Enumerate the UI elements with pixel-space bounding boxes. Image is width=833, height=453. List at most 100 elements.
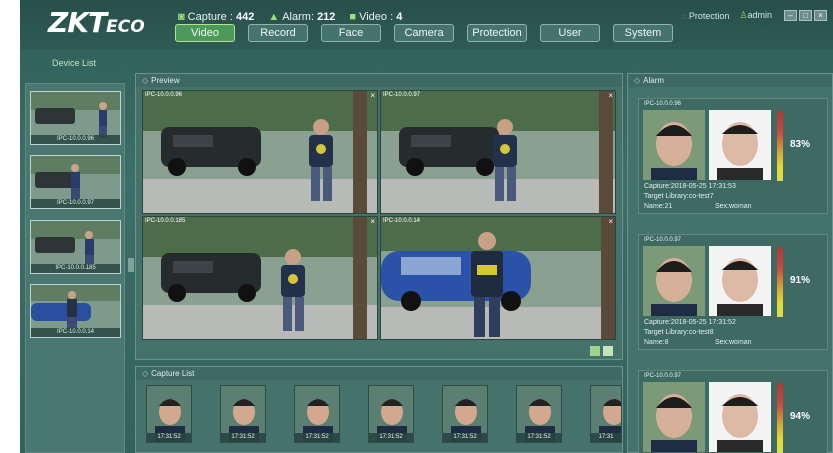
video-window[interactable]: IPC-10.0.0.14 ×	[380, 216, 616, 340]
alarm-title: ◇ Alarm	[628, 74, 832, 87]
capture-time: 17:31:52	[295, 433, 339, 442]
capture-time: 17:31:52	[517, 433, 561, 442]
similarity-score: 94%	[790, 411, 811, 422]
tab-video[interactable]: Video	[175, 24, 235, 42]
target-sex: Sex:woman	[715, 203, 752, 210]
capture-thumbnail[interactable]: 17:31	[590, 385, 622, 443]
camera-icon: ◙	[178, 11, 185, 23]
target-name: Name:8	[644, 339, 669, 346]
target-library: Target Library:co-test8	[644, 329, 714, 336]
alarm-device: IPC-10.0.0.97	[644, 373, 682, 379]
close-video-icon[interactable]: ×	[608, 217, 613, 226]
capture-thumbnail[interactable]: 17:31:52	[442, 385, 488, 443]
device-label: IPC-10.0.0.185	[31, 264, 120, 273]
header-bar: ZKTECO ◙ Capture : 442 ▲ Alarm: 212 ■ Video…	[20, 0, 833, 50]
video-window[interactable]: IPC-10.0.0.97 ×	[380, 90, 616, 214]
app-window: ZKTECO ◙ Capture : 442 ▲ Alarm: 212 ■ Video…	[20, 0, 833, 453]
minimize-button[interactable]: –	[784, 10, 797, 21]
device-label: IPC-10.0.0.14	[31, 328, 120, 337]
alarm-stat: ▲ Alarm: 212	[268, 11, 336, 23]
target-sex: Sex:woman	[715, 339, 752, 346]
alarm-card[interactable]: IPC-10.0.0.97 91% Capture:2018-05-25 17:…	[638, 234, 828, 350]
nav-tabs: Video Record Face Camera Protection User…	[175, 24, 673, 42]
video-feed	[143, 217, 377, 339]
library-face	[709, 246, 771, 316]
capture-thumbnail[interactable]: 17:31:52	[516, 385, 562, 443]
captured-face	[643, 110, 705, 180]
library-face	[709, 110, 771, 180]
similarity-bar	[777, 247, 783, 317]
device-thumbnail[interactable]: IPC-10.0.0.14	[30, 284, 121, 338]
library-face	[709, 382, 771, 452]
capture-thumbnail[interactable]: 17:31:52	[146, 385, 192, 443]
video-feed	[381, 91, 615, 213]
video-window[interactable]: IPC-10.0.0.185 ×	[142, 216, 378, 340]
capture-time: 17:31:52	[147, 433, 191, 442]
device-list-panel: IPC-10.0.0.96 IPC-10.0.0.97 IPC-10.0.0.1…	[25, 83, 125, 453]
video-window[interactable]: IPC-10.0.0.96 ×	[142, 90, 378, 214]
alarm-card[interactable]: IPC-10.0.0.96 83% Capture:2018-05-25 17:…	[638, 98, 828, 214]
video-label: IPC-10.0.0.96	[145, 92, 183, 98]
user-menu[interactable]: ♙admin	[739, 10, 772, 21]
protection-status[interactable]: ◌ Protection	[681, 11, 729, 21]
capture-time: 17:31:52	[221, 433, 265, 442]
capture-thumbnail[interactable]: 17:31:52	[220, 385, 266, 443]
capture-time: 17:31:52	[369, 433, 413, 442]
tab-record[interactable]: Record	[248, 24, 308, 42]
preview-panel: ◇ Preview IPC-10.0.0.96 × IPC-10.0.0.97 ×	[135, 73, 623, 360]
alarm-device: IPC-10.0.0.97	[644, 237, 682, 243]
close-button[interactable]: ×	[814, 10, 827, 21]
video-icon: ■	[349, 11, 357, 23]
tab-camera[interactable]: Camera	[394, 24, 454, 42]
tab-system[interactable]: System	[613, 24, 673, 42]
device-label: IPC-10.0.0.96	[31, 135, 120, 144]
close-video-icon[interactable]: ×	[370, 217, 375, 226]
capture-list-title: ◇ Capture List	[136, 367, 622, 380]
close-video-icon[interactable]: ×	[608, 91, 613, 100]
collapse-handle[interactable]	[128, 258, 134, 272]
alarm-panel: ◇ Alarm IPC-10.0.0.96 83% Capture:2018-05…	[627, 73, 833, 453]
zkteco-logo: ZKTECO	[48, 6, 145, 39]
preview-title: ◇ Preview	[136, 74, 622, 87]
video-feed	[143, 91, 377, 213]
tab-protection[interactable]: Protection	[467, 24, 527, 42]
target-name: Name:21	[644, 203, 673, 210]
target-library: Target Library:co-test7	[644, 193, 714, 200]
capture-time: Capture:2018-05-25 17:31:52	[644, 319, 736, 326]
alarm-device: IPC-10.0.0.96	[644, 101, 682, 107]
device-list-title: Device List	[52, 58, 97, 68]
similarity-bar	[777, 111, 783, 181]
device-thumbnail[interactable]: IPC-10.0.0.185	[30, 220, 121, 274]
shield-icon: ◌	[681, 10, 687, 21]
captured-face	[643, 246, 705, 316]
similarity-score: 91%	[790, 275, 811, 286]
capture-stat: ◙ Capture : 442	[178, 11, 255, 23]
device-label: IPC-10.0.0.97	[31, 199, 120, 208]
video-label: IPC-10.0.0.97	[383, 92, 421, 98]
device-thumbnail[interactable]: IPC-10.0.0.97	[30, 155, 121, 209]
capture-time: Capture:2018-05-25 17:31:53	[644, 183, 736, 190]
top-right-area: ◌ Protection ♙admin – □ ×	[681, 10, 827, 21]
capture-thumbnail[interactable]: 17:31:52	[368, 385, 414, 443]
grid-view-icon[interactable]	[603, 346, 613, 356]
stats-bar: ◙ Capture : 442 ▲ Alarm: 212 ■ Video : 4	[178, 11, 402, 23]
alarm-icon: ▲	[268, 11, 280, 23]
close-video-icon[interactable]: ×	[370, 91, 375, 100]
video-label: IPC-10.0.0.185	[145, 218, 186, 224]
tab-face[interactable]: Face	[321, 24, 381, 42]
capture-list-panel: ◇ Capture List 17:31:52 17:31:52 17:31:52…	[135, 366, 623, 453]
alarm-card[interactable]: IPC-10.0.0.97 94%	[638, 370, 828, 453]
captured-face	[643, 382, 705, 452]
maximize-button[interactable]: □	[799, 10, 812, 21]
device-thumbnail[interactable]: IPC-10.0.0.96	[30, 91, 121, 145]
capture-time: 17:31:52	[443, 433, 487, 442]
video-label: IPC-10.0.0.14	[383, 218, 421, 224]
video-feed	[381, 217, 615, 339]
capture-thumbnail[interactable]: 17:31:52	[294, 385, 340, 443]
similarity-bar	[777, 383, 783, 453]
similarity-score: 83%	[790, 139, 811, 150]
capture-time: 17:31	[591, 433, 621, 442]
video-stat: ■ Video : 4	[349, 11, 403, 23]
tab-user[interactable]: User	[540, 24, 600, 42]
single-view-icon[interactable]	[590, 346, 600, 356]
